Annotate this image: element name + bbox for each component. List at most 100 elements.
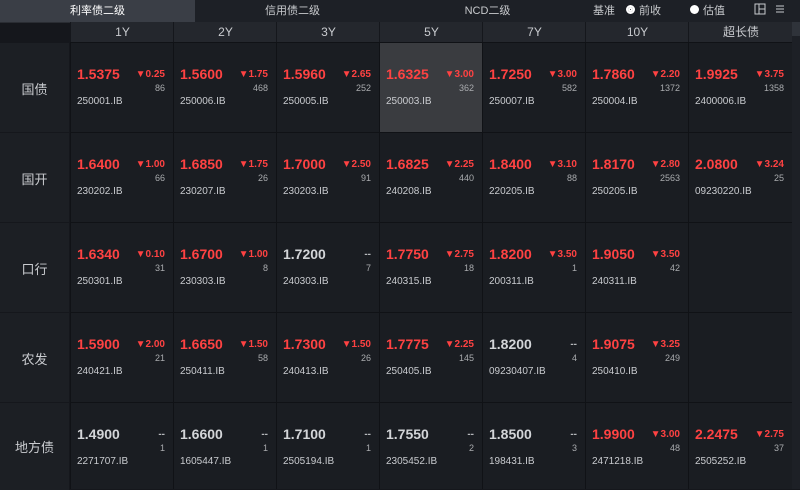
quote-cell[interactable]: 1.7100 -- 1 2505194.IB	[276, 402, 379, 489]
bond-code[interactable]: 250205.IB	[592, 186, 638, 197]
quote-cell[interactable]: 1.6700 ▼1.00 8 230303.IB	[173, 222, 276, 312]
column-header-0[interactable]: 1Y	[70, 22, 174, 42]
bond-code[interactable]: 09230407.IB	[489, 366, 546, 377]
quote-cell[interactable]: 1.7550 -- 2 2305452.IB	[379, 402, 482, 489]
quote-cell[interactable]: 1.7775 ▼2.25 145 250405.IB	[379, 312, 482, 402]
bond-code[interactable]: 2505194.IB	[283, 456, 334, 467]
quote-cell[interactable]: 1.7000 ▼2.50 91 230203.IB	[276, 132, 379, 222]
tab-credit-bond-secondary[interactable]: 信用债二级	[195, 0, 390, 22]
quote-cell[interactable]: 1.6325 ▼3.00 362 250003.IB	[379, 42, 482, 132]
bond-code[interactable]: 250001.IB	[77, 96, 123, 107]
quote-cell[interactable]: 1.8400 ▼3.10 88 220205.IB	[482, 132, 585, 222]
bond-code[interactable]: 2471218.IB	[592, 456, 643, 467]
radio-prev-close-label[interactable]: 前收	[639, 0, 661, 22]
quote-cell[interactable]: 1.6600 -- 1 1605447.IB	[173, 402, 276, 489]
column-header-6[interactable]: 超长债	[688, 22, 793, 42]
bond-code[interactable]: 250411.IB	[180, 366, 225, 377]
quote-cell[interactable]: 1.8500 -- 3 198431.IB	[482, 402, 585, 489]
bond-code[interactable]: 1605447.IB	[180, 456, 231, 467]
bond-code[interactable]: 250410.IB	[592, 366, 638, 377]
yield-price: 2.0800	[695, 156, 738, 172]
bond-code[interactable]: 250006.IB	[180, 96, 226, 107]
quote-cell[interactable]: 1.8200 ▼3.50 1 200311.IB	[482, 222, 585, 312]
row-header-0[interactable]: 国债	[0, 42, 69, 133]
bond-code[interactable]: 250003.IB	[386, 96, 432, 107]
trade-count: 26	[257, 173, 268, 183]
bond-code[interactable]: 2505252.IB	[695, 456, 746, 467]
column-header-5[interactable]: 10Y	[585, 22, 689, 42]
row-header-4[interactable]: 地方债	[0, 402, 69, 490]
bond-code[interactable]: 240421.IB	[77, 366, 123, 377]
quote-cell[interactable]: 2.2475 ▼2.75 37 2505252.IB	[688, 402, 792, 489]
bond-code[interactable]: 2400006.IB	[695, 96, 746, 107]
quote-cell-empty	[688, 312, 792, 402]
bond-code[interactable]: 230203.IB	[283, 186, 329, 197]
bond-code[interactable]: 250004.IB	[592, 96, 638, 107]
bond-code[interactable]: 220205.IB	[489, 186, 535, 197]
bond-code[interactable]: 240311.IB	[592, 276, 637, 287]
column-header-1[interactable]: 2Y	[173, 22, 277, 42]
quote-cell[interactable]: 1.9925 ▼3.75 1358 2400006.IB	[688, 42, 792, 132]
yield-price: 1.7000	[283, 156, 326, 172]
yield-price: 1.6340	[77, 246, 120, 262]
row-header-1[interactable]: 国开	[0, 132, 69, 223]
yield-change: ▼2.00	[135, 339, 165, 350]
bond-code[interactable]: 230202.IB	[77, 186, 123, 197]
bond-code[interactable]: 200311.IB	[489, 276, 534, 287]
radio-prev-close[interactable]	[626, 5, 635, 14]
bond-code[interactable]: 09230220.IB	[695, 186, 752, 197]
trade-count: 42	[669, 263, 680, 273]
bond-code[interactable]: 240315.IB	[386, 276, 432, 287]
trade-count: 1	[159, 443, 165, 453]
quote-cell[interactable]: 1.6825 ▼2.25 440 240208.IB	[379, 132, 482, 222]
bond-code[interactable]: 2271707.IB	[77, 456, 128, 467]
quote-cell[interactable]: 1.9050 ▼3.50 42 240311.IB	[585, 222, 688, 312]
radio-valuation-label[interactable]: 估值	[703, 0, 725, 22]
yield-price: 2.2475	[695, 426, 738, 442]
quote-cell[interactable]: 1.9900 ▼3.00 48 2471218.IB	[585, 402, 688, 489]
quote-cell[interactable]: 1.5900 ▼2.00 21 240421.IB	[70, 312, 173, 402]
bond-code[interactable]: 240208.IB	[386, 186, 432, 197]
layout-icon[interactable]	[754, 3, 766, 15]
quote-cell[interactable]: 2.0800 ▼3.24 25 09230220.IB	[688, 132, 792, 222]
quote-cell[interactable]: 1.9075 ▼3.25 249 250410.IB	[585, 312, 688, 402]
quote-cell[interactable]: 1.4900 -- 1 2271707.IB	[70, 402, 173, 489]
quote-cell[interactable]: 1.5960 ▼2.65 252 250005.IB	[276, 42, 379, 132]
tab-ncd-secondary[interactable]: NCD二级	[390, 0, 585, 22]
row-header-3[interactable]: 农发	[0, 312, 69, 403]
bond-code[interactable]: 230303.IB	[180, 276, 226, 287]
quote-cell[interactable]: 1.5375 ▼0.25 86 250001.IB	[70, 42, 173, 132]
bond-code[interactable]: 2305452.IB	[386, 456, 437, 467]
tab-rate-bond-secondary[interactable]: 利率债二级	[0, 0, 195, 22]
quote-cell[interactable]: 1.7250 ▼3.00 582 250007.IB	[482, 42, 585, 132]
trade-count: 58	[257, 353, 268, 363]
quote-cell[interactable]: 1.8200 -- 4 09230407.IB	[482, 312, 585, 402]
column-header-4[interactable]: 7Y	[482, 22, 586, 42]
bond-code[interactable]: 240413.IB	[283, 366, 329, 377]
quote-cell[interactable]: 1.6340 ▼0.10 31 250301.IB	[70, 222, 173, 312]
trade-count: 21	[154, 353, 165, 363]
bond-code[interactable]: 250405.IB	[386, 366, 432, 377]
bond-code[interactable]: 198431.IB	[489, 456, 535, 467]
bond-code[interactable]: 250005.IB	[283, 96, 329, 107]
quote-cell[interactable]: 1.7300 ▼1.50 26 240413.IB	[276, 312, 379, 402]
scrollbar-thumb[interactable]	[792, 22, 800, 36]
bond-code[interactable]: 230207.IB	[180, 186, 226, 197]
quote-cell[interactable]: 1.8170 ▼2.80 2563 250205.IB	[585, 132, 688, 222]
quote-cell[interactable]: 1.7750 ▼2.75 18 240315.IB	[379, 222, 482, 312]
quote-cell[interactable]: 1.6650 ▼1.50 58 250411.IB	[173, 312, 276, 402]
quote-cell[interactable]: 1.7860 ▼2.20 1372 250004.IB	[585, 42, 688, 132]
bond-code[interactable]: 240303.IB	[283, 276, 329, 287]
row-header-2[interactable]: 口行	[0, 222, 69, 313]
bond-code[interactable]: 250007.IB	[489, 96, 535, 107]
quote-cell[interactable]: 1.5600 ▼1.75 468 250006.IB	[173, 42, 276, 132]
quote-cell[interactable]: 1.6400 ▼1.00 66 230202.IB	[70, 132, 173, 222]
column-header-3[interactable]: 5Y	[379, 22, 483, 42]
trade-count: 66	[154, 173, 165, 183]
radio-valuation[interactable]	[690, 5, 699, 14]
quote-cell[interactable]: 1.7200 -- 7 240303.IB	[276, 222, 379, 312]
bond-code[interactable]: 250301.IB	[77, 276, 123, 287]
column-header-2[interactable]: 3Y	[276, 22, 380, 42]
menu-icon[interactable]	[774, 3, 786, 15]
quote-cell[interactable]: 1.6850 ▼1.75 26 230207.IB	[173, 132, 276, 222]
